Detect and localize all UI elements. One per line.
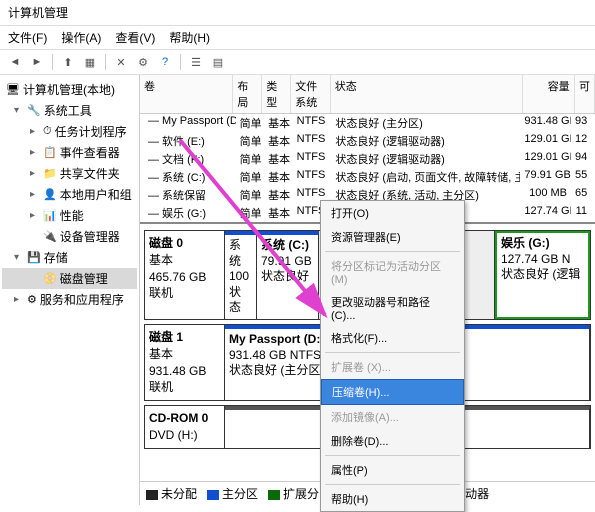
tree-sharedfolders[interactable]: ▸📁共享文件夹 xyxy=(2,163,137,184)
volume-row[interactable]: — 文档 (F:)简单基本NTFS状态良好 (逻辑驱动器)129.01 GB94 xyxy=(140,150,595,168)
nav-tree: 🖥计算机管理(本地) ▾🔧系统工具 ▸⏱任务计划程序 ▸📋事件查看器 ▸📁共享文… xyxy=(0,75,140,505)
tree-services[interactable]: ▸⚙服务和应用程序 xyxy=(2,289,137,310)
ctx-properties[interactable]: 属性(P) xyxy=(321,458,464,482)
ctx-format[interactable]: 格式化(F)... xyxy=(321,326,464,350)
show-icon[interactable]: ▦ xyxy=(81,53,99,71)
tree-diskmgmt[interactable]: 📀磁盘管理 xyxy=(2,268,137,289)
tree-tasksched[interactable]: ▸⏱任务计划程序 xyxy=(2,121,137,142)
col-capacity[interactable]: 容量 xyxy=(523,75,575,113)
refresh-icon[interactable]: ⚙ xyxy=(134,53,152,71)
col-status[interactable]: 状态 xyxy=(331,75,523,113)
prop-icon[interactable]: ✕ xyxy=(112,53,130,71)
context-menu: 打开(O) 资源管理器(E) 将分区标记为活动分区(M) 更改驱动器号和路径(C… xyxy=(320,200,465,512)
ctx-markactive: 将分区标记为活动分区(M) xyxy=(321,254,464,290)
volume-row[interactable]: — 软件 (E:)简单基本NTFS状态良好 (逻辑驱动器)129.01 GB12 xyxy=(140,132,595,150)
tree-devicemgr[interactable]: 🔌设备管理器 xyxy=(2,226,137,247)
detail-icon[interactable]: ▤ xyxy=(209,53,227,71)
col-name[interactable]: 卷 xyxy=(140,75,233,113)
menu-view[interactable]: 查看(V) xyxy=(115,29,155,46)
up-icon[interactable]: ⬆ xyxy=(59,53,77,71)
menu-help[interactable]: 帮助(H) xyxy=(169,29,210,46)
ctx-help[interactable]: 帮助(H) xyxy=(321,487,464,511)
window-title: 计算机管理 xyxy=(0,0,595,26)
menu-file[interactable]: 文件(F) xyxy=(8,29,47,46)
ctx-mirror: 添加镜像(A)... xyxy=(321,405,464,429)
ctx-changeletter[interactable]: 更改驱动器号和路径(C)... xyxy=(321,290,464,326)
menu-action[interactable]: 操作(A) xyxy=(61,29,101,46)
volume-row[interactable]: — 系统 (C:)简单基本NTFS状态良好 (启动, 页面文件, 故障转储, 主… xyxy=(140,168,595,186)
volume-row[interactable]: — My Passport (D:)简单基本NTFS状态良好 (主分区)931.… xyxy=(140,114,595,132)
partition-reserved[interactable]: 系统100状态 xyxy=(225,231,257,319)
volume-header: 卷 布局 类型 文件系统 状态 容量 可 xyxy=(140,75,595,114)
tree-performance[interactable]: ▸📊性能 xyxy=(2,205,137,226)
col-type[interactable]: 类型 xyxy=(262,75,291,113)
ctx-open[interactable]: 打开(O) xyxy=(321,201,464,225)
back-icon[interactable]: ◄ xyxy=(6,53,24,71)
partition-g[interactable]: 娱乐 (G:)127.74 GB N状态良好 (逻辑 xyxy=(495,231,590,319)
ctx-extend: 扩展卷 (X)... xyxy=(321,355,464,379)
ctx-delete[interactable]: 删除卷(D)... xyxy=(321,429,464,453)
col-free[interactable]: 可 xyxy=(575,75,595,113)
tree-storage[interactable]: ▾💾存储 xyxy=(2,247,137,268)
tree-localusers[interactable]: ▸👤本地用户和组 xyxy=(2,184,137,205)
tree-systools[interactable]: ▾🔧系统工具 xyxy=(2,100,137,121)
tree-eventviewer[interactable]: ▸📋事件查看器 xyxy=(2,142,137,163)
toolbar: ◄ ► ⬆ ▦ ✕ ⚙ ? ☰ ▤ xyxy=(0,50,595,75)
help-icon[interactable]: ? xyxy=(156,53,174,71)
partition-c[interactable]: 系统 (C:)79.91 GB状态良好 xyxy=(257,231,319,319)
tree-root[interactable]: 🖥计算机管理(本地) xyxy=(2,79,137,100)
col-layout[interactable]: 布局 xyxy=(233,75,262,113)
forward-icon[interactable]: ► xyxy=(28,53,46,71)
menubar: 文件(F) 操作(A) 查看(V) 帮助(H) xyxy=(0,26,595,50)
ctx-explore[interactable]: 资源管理器(E) xyxy=(321,225,464,249)
col-fs[interactable]: 文件系统 xyxy=(291,75,330,113)
ctx-shrink[interactable]: 压缩卷(H)... xyxy=(321,379,464,405)
list-icon[interactable]: ☰ xyxy=(187,53,205,71)
